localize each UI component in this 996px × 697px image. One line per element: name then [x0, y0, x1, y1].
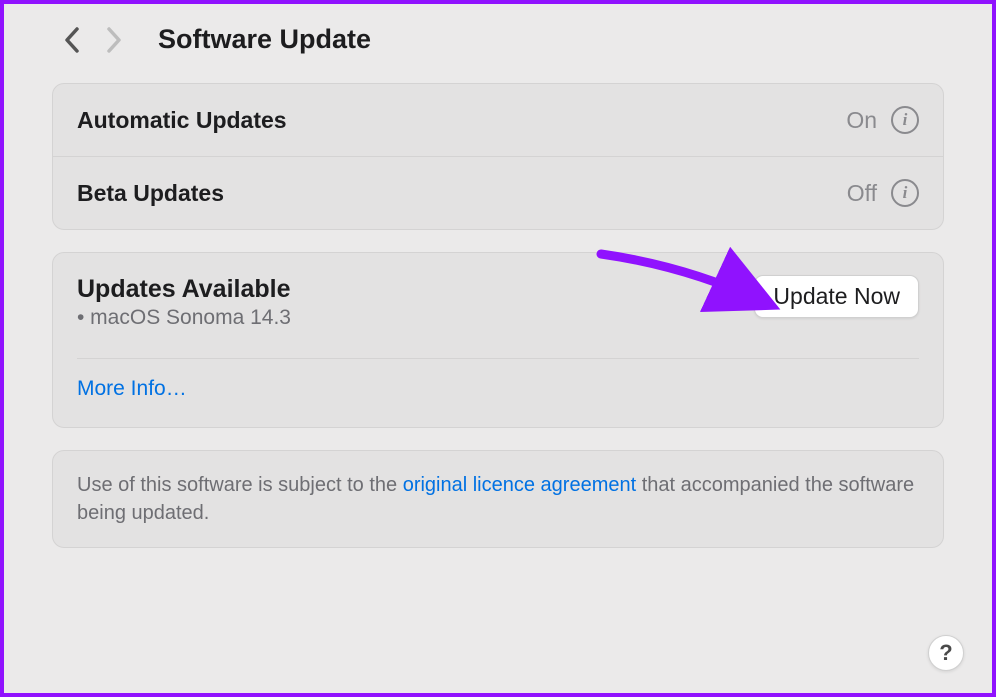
licence-agreement-link[interactable]: original licence agreement	[403, 474, 636, 496]
automatic-updates-value: On	[846, 107, 877, 134]
update-item: • macOS Sonoma 14.3	[77, 306, 291, 330]
automatic-updates-value-group: On i	[846, 106, 919, 134]
beta-updates-value: Off	[847, 180, 877, 207]
help-icon: ?	[939, 640, 952, 666]
header: Software Update	[52, 24, 944, 55]
updates-title-group: Updates Available • macOS Sonoma 14.3	[77, 275, 291, 352]
update-now-button[interactable]: Update Now	[754, 275, 919, 318]
chevron-right-icon	[107, 27, 122, 53]
automatic-updates-label: Automatic Updates	[77, 107, 287, 134]
page-title: Software Update	[158, 24, 371, 55]
settings-panel: Automatic Updates On i Beta Updates Off …	[52, 83, 944, 230]
info-icon[interactable]: i	[891, 106, 919, 134]
footer-text: Use of this software is subject to the o…	[77, 471, 919, 527]
forward-button[interactable]	[107, 27, 122, 53]
more-info-link[interactable]: More Info…	[77, 377, 187, 401]
updates-header: Updates Available • macOS Sonoma 14.3 Up…	[77, 275, 919, 352]
footer-text-before: Use of this software is subject to the	[77, 474, 403, 496]
automatic-updates-row[interactable]: Automatic Updates On i	[53, 84, 943, 156]
beta-updates-label: Beta Updates	[77, 180, 224, 207]
back-button[interactable]	[64, 27, 79, 53]
updates-title: Updates Available	[77, 275, 291, 304]
help-button[interactable]: ?	[928, 635, 964, 671]
updates-panel: Updates Available • macOS Sonoma 14.3 Up…	[52, 252, 944, 428]
beta-updates-row[interactable]: Beta Updates Off i	[53, 156, 943, 229]
info-icon[interactable]: i	[891, 179, 919, 207]
nav-arrows	[64, 27, 122, 53]
chevron-left-icon	[64, 27, 79, 53]
beta-updates-value-group: Off i	[847, 179, 919, 207]
divider	[77, 358, 919, 359]
footer-panel: Use of this software is subject to the o…	[52, 450, 944, 548]
